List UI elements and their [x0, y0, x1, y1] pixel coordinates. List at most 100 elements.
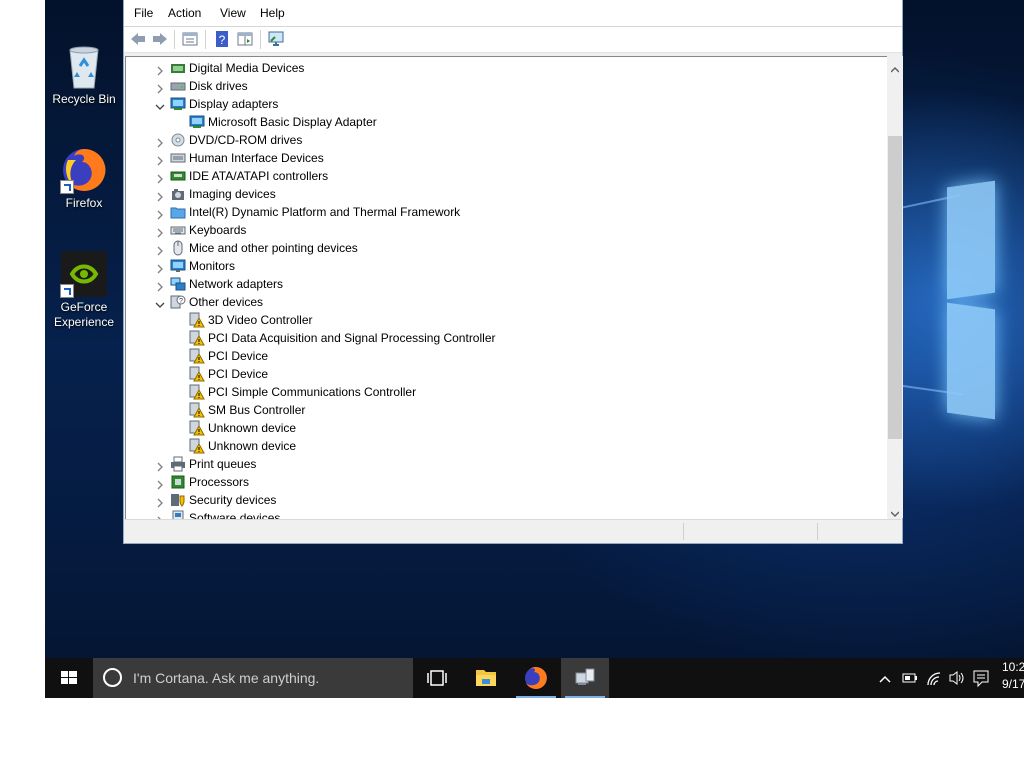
- firefox-shortcut[interactable]: Firefox: [44, 146, 124, 211]
- geforce-experience-shortcut[interactable]: GeForce Experience: [44, 250, 124, 330]
- chevron-right-icon[interactable]: [155, 171, 165, 184]
- device-label: Print queues: [189, 457, 257, 471]
- device-category[interactable]: Mice and other pointing devices: [157, 239, 358, 257]
- chevron-right-icon[interactable]: [155, 135, 165, 148]
- device-item[interactable]: 3D Video Controller: [189, 311, 313, 329]
- menu-help[interactable]: Help: [260, 6, 285, 20]
- device-category[interactable]: Network adapters: [157, 275, 283, 293]
- device-label: Processors: [189, 475, 250, 489]
- chevron-right-icon[interactable]: [155, 261, 165, 274]
- device-category[interactable]: Security devices: [157, 491, 276, 509]
- device-category[interactable]: Software devices: [157, 509, 280, 519]
- menu-view[interactable]: View: [220, 6, 246, 20]
- device-label: Mice and other pointing devices: [189, 241, 358, 255]
- scan-hardware-icon[interactable]: [267, 30, 285, 48]
- device-item[interactable]: PCI Device: [189, 365, 269, 383]
- chevron-right-icon[interactable]: [155, 207, 165, 220]
- volume-icon[interactable]: [948, 658, 966, 698]
- chevron-up-icon: [879, 675, 891, 683]
- ide-icon: [170, 168, 186, 184]
- device-manager-taskbar-button[interactable]: [561, 658, 609, 698]
- device-label: Display adapters: [189, 97, 279, 111]
- show-hide-icon[interactable]: [236, 30, 254, 48]
- warning-device-icon: [189, 366, 205, 382]
- device-category[interactable]: Imaging devices: [157, 185, 276, 203]
- device-category[interactable]: DVD/CD-ROM drives: [157, 131, 302, 149]
- task-view-icon: [427, 670, 447, 686]
- display-adapter-icon: [170, 96, 186, 112]
- processor-icon: [170, 474, 186, 490]
- chevron-right-icon[interactable]: [155, 189, 165, 202]
- device-label: Disk drives: [189, 79, 248, 93]
- device-category[interactable]: Digital Media Devices: [157, 59, 304, 77]
- device-category[interactable]: ? Other devices: [155, 293, 263, 311]
- action-center-icon[interactable]: [972, 658, 990, 698]
- task-view-button[interactable]: [413, 658, 461, 698]
- device-tree[interactable]: Digital Media Devices Disk drives Display …: [125, 56, 888, 519]
- forward-icon[interactable]: [151, 30, 169, 48]
- battery-icon[interactable]: [901, 658, 919, 698]
- back-icon[interactable]: [129, 30, 147, 48]
- scroll-up-icon[interactable]: [890, 61, 900, 73]
- cortana-search-box[interactable]: I'm Cortana. Ask me anything.: [93, 658, 413, 698]
- device-item[interactable]: Microsoft Basic Display Adapter: [189, 113, 377, 131]
- device-label: PCI Device: [208, 367, 269, 381]
- device-category[interactable]: Monitors: [157, 257, 235, 275]
- device-category[interactable]: Intel(R) Dynamic Platform and Thermal Fr…: [157, 203, 460, 221]
- device-category[interactable]: IDE ATA/ATAPI controllers: [157, 167, 328, 185]
- show-hidden-icons-button[interactable]: [877, 658, 893, 698]
- network-icon: [170, 276, 186, 292]
- wifi-icon[interactable]: [925, 658, 943, 698]
- chevron-right-icon[interactable]: [155, 459, 165, 472]
- firefox-taskbar-button[interactable]: [512, 658, 560, 698]
- chevron-right-icon[interactable]: [155, 153, 165, 166]
- device-label: Keyboards: [189, 223, 247, 237]
- warning-device-icon: [189, 312, 205, 328]
- keyboard-icon: [170, 222, 186, 238]
- shortcut-arrow-icon: [60, 180, 74, 194]
- chevron-right-icon[interactable]: [155, 225, 165, 238]
- chevron-down-icon[interactable]: [155, 99, 165, 110]
- mouse-icon: [170, 240, 186, 256]
- device-category[interactable]: Keyboards: [157, 221, 247, 239]
- device-category[interactable]: Disk drives: [157, 77, 248, 95]
- start-button[interactable]: [45, 658, 93, 698]
- chevron-right-icon[interactable]: [155, 477, 165, 490]
- device-item[interactable]: PCI Simple Communications Controller: [189, 383, 416, 401]
- device-item[interactable]: PCI Data Acquisition and Signal Processi…: [189, 329, 495, 347]
- running-indicator: [516, 696, 556, 698]
- recycle-bin-shortcut[interactable]: Recycle Bin: [44, 42, 124, 107]
- device-label: Microsoft Basic Display Adapter: [208, 115, 377, 129]
- device-category[interactable]: Display adapters: [155, 95, 279, 113]
- device-item[interactable]: Unknown device: [189, 437, 296, 455]
- help-icon[interactable]: ?: [213, 30, 231, 48]
- device-item[interactable]: SM Bus Controller: [189, 401, 305, 419]
- firefox-icon: [60, 146, 108, 194]
- recycle-bin-label: Recycle Bin: [52, 92, 116, 106]
- chevron-right-icon[interactable]: [155, 279, 165, 292]
- chevron-right-icon[interactable]: [155, 63, 165, 76]
- chevron-down-icon[interactable]: [155, 297, 165, 308]
- device-item[interactable]: Unknown device: [189, 419, 297, 437]
- menu-file[interactable]: File: [134, 6, 153, 20]
- properties-icon[interactable]: [181, 30, 199, 48]
- hid-icon: [170, 150, 186, 166]
- cortana-icon: [103, 668, 122, 687]
- menu-bar: File Action View Help: [124, 0, 902, 27]
- vertical-scrollbar[interactable]: [887, 56, 903, 518]
- chevron-right-icon[interactable]: [155, 81, 165, 94]
- device-label: Unknown device: [208, 421, 297, 435]
- chevron-right-icon[interactable]: [155, 243, 165, 256]
- device-item[interactable]: PCI Device: [189, 347, 268, 365]
- device-category[interactable]: Human Interface Devices: [157, 149, 324, 167]
- scroll-down-icon[interactable]: [890, 505, 900, 518]
- device-category[interactable]: Print queues: [157, 455, 257, 473]
- warning-device-icon: [189, 330, 205, 346]
- system-clock[interactable]: 10:2 9/17: [1002, 659, 1024, 693]
- file-explorer-button[interactable]: [462, 658, 510, 698]
- scrollbar-thumb[interactable]: [888, 136, 902, 439]
- device-category[interactable]: Processors: [157, 473, 250, 491]
- chevron-right-icon[interactable]: [155, 495, 165, 508]
- menu-action[interactable]: Action: [168, 6, 201, 20]
- svg-text:?: ?: [179, 298, 183, 305]
